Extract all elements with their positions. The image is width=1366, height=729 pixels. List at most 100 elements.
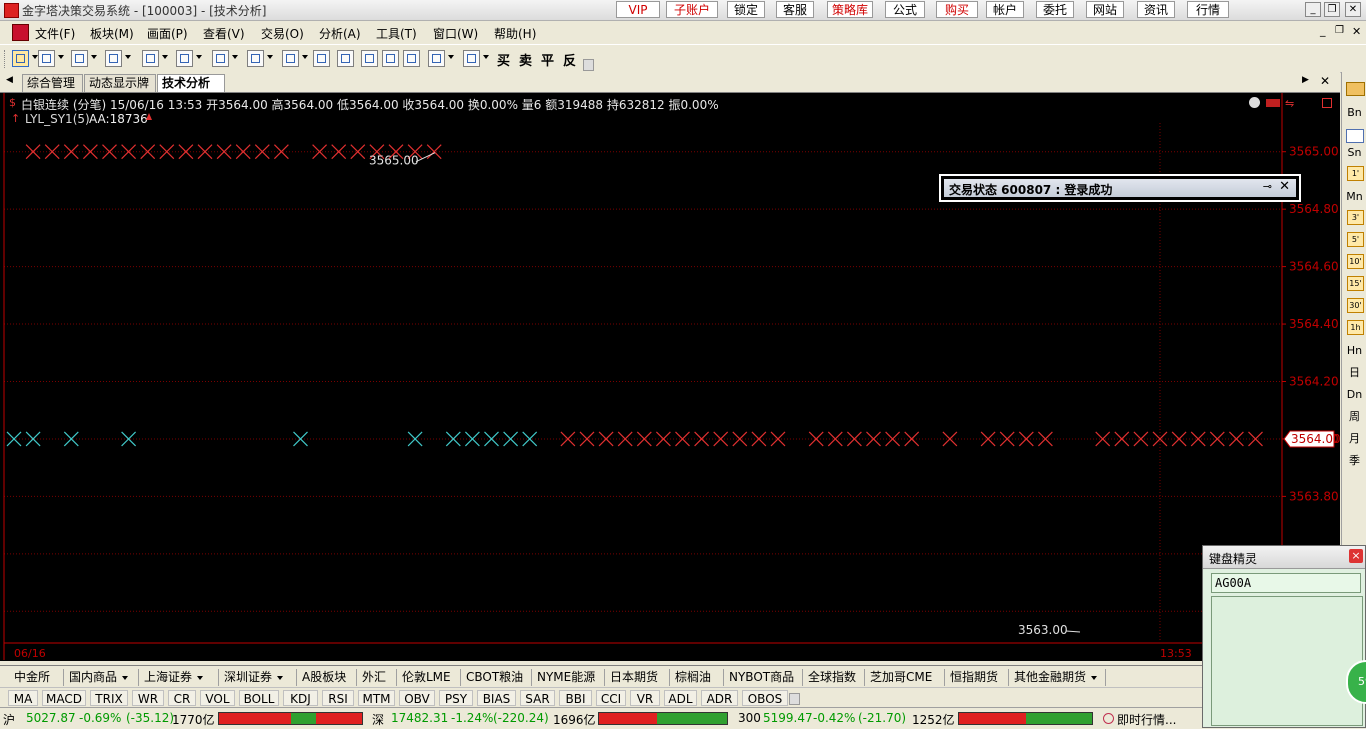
keyboard-wizard-close-button[interactable]: × [1349,549,1363,563]
style-tool-icon[interactable] [463,50,480,67]
symbol-search-input[interactable] [1211,573,1361,593]
menu-item-6[interactable]: 工具(T) [376,25,417,42]
indicator-tab-11[interactable]: PSY [439,690,473,706]
indicator-tab-6[interactable]: BOLL [239,690,279,706]
trade-ticket-icon[interactable] [1266,99,1280,107]
indicator-tab-19[interactable]: OBOS [742,690,788,706]
market-tab-13[interactable]: 芝加哥CME [866,669,945,686]
market-tab-10[interactable]: 棕榈油 [671,669,724,686]
top-button-2[interactable]: 锁定 [727,1,765,18]
period-2[interactable]: 1' [1347,166,1364,181]
market-tab-3[interactable]: 深圳证券 [220,669,297,686]
text-tool-icon[interactable] [313,50,330,67]
indicator-tab-17[interactable]: ADL [664,690,697,706]
tab-scroll-left-button[interactable]: ◀ [6,75,13,85]
erase-tool-icon[interactable] [361,50,378,67]
period-5[interactable]: 5' [1347,232,1364,247]
top-button-0[interactable]: VIP [616,1,660,18]
sync-icon[interactable]: ⇋ [1285,97,1294,110]
tab-1[interactable]: 动态显示牌 [84,74,156,92]
period-13[interactable]: 周 [1344,408,1365,426]
market-tab-9[interactable]: 日本期货 [606,669,670,686]
period-7[interactable]: 15' [1347,276,1364,291]
mdi-minimize-button[interactable]: _ [1320,24,1326,37]
top-button-8[interactable]: 委托 [1036,1,1074,18]
rect-tool-icon[interactable] [247,50,264,67]
period-15[interactable]: 季 [1344,452,1365,470]
top-button-11[interactable]: 行情 [1187,1,1229,18]
period-14[interactable]: 月 [1344,430,1365,448]
menu-item-3[interactable]: 查看(V) [203,25,245,42]
trade-button-3[interactable]: 反 [563,50,576,69]
tab-close-button[interactable]: ✕ [1320,74,1330,88]
indicator-tab-5[interactable]: VOL [200,690,235,706]
market-tab-2[interactable]: 上海证券 [140,669,219,686]
indicator-tab-4[interactable]: CR [168,690,196,706]
period-4[interactable]: 3' [1347,210,1364,225]
minimize-button[interactable]: _ [1305,2,1321,17]
menu-item-7[interactable]: 窗口(W) [433,25,478,42]
indicator-more-button[interactable] [789,693,800,705]
top-button-7[interactable]: 帐户 [986,1,1024,18]
toolbar-grip[interactable] [4,50,8,68]
tool-dropdown-1[interactable] [58,55,64,59]
market-tab-5[interactable]: 外汇 [358,669,397,686]
top-button-4[interactable]: 策略库 [827,1,873,18]
period-3[interactable]: Mn [1344,188,1365,206]
tool-dropdown-14[interactable] [448,55,454,59]
tab-0[interactable]: 综合管理 [22,74,83,92]
close-button[interactable]: ✕ [1345,2,1361,17]
indicator-tab-14[interactable]: BBI [559,690,592,706]
period-12[interactable]: Dn [1344,386,1365,404]
indicator-tab-9[interactable]: MTM [358,690,395,706]
indicator-tab-15[interactable]: CCI [596,690,626,706]
tab-scroll-right-button[interactable]: ▶ [1302,75,1309,85]
tool-dropdown-7[interactable] [267,55,273,59]
market-tab-1[interactable]: 国内商品 [65,669,139,686]
indicator-name[interactable]: LYL_SY1(5) [25,112,90,126]
top-button-5[interactable]: 公式 [885,1,925,18]
menu-item-4[interactable]: 交易(O) [261,25,304,42]
trade-button-2[interactable]: 平 [541,50,554,69]
indicator-tab-10[interactable]: OBV [399,690,435,706]
indicator-tab-8[interactable]: RSI [322,690,354,706]
circle-tool-icon[interactable] [282,50,299,67]
indicator-tab-18[interactable]: ADR [701,690,738,706]
symbol-result-list[interactable] [1211,596,1363,726]
bar-tool-icon[interactable] [105,50,122,67]
line-tool-icon[interactable] [38,50,55,67]
indicator-tab-7[interactable]: KDJ [283,690,318,706]
copy-tool-icon[interactable] [337,50,354,67]
menu-item-8[interactable]: 帮助(H) [494,25,536,42]
top-button-6[interactable]: 购买 [936,1,978,18]
menu-item-5[interactable]: 分析(A) [319,25,361,42]
tool-dropdown-3[interactable] [125,55,131,59]
tool-dropdown-8[interactable] [302,55,308,59]
tool-dropdown-15[interactable] [483,55,489,59]
market-tab-7[interactable]: CBOT粮油 [462,669,532,686]
trade-status-close-button[interactable]: ✕ [1279,179,1290,194]
period-0[interactable]: Bn [1344,104,1365,122]
period-10[interactable]: Hn [1344,342,1365,360]
period-11[interactable]: 日 [1344,364,1365,382]
indicator-tab-3[interactable]: WR [132,690,164,706]
market-tab-4[interactable]: A股板块 [298,669,357,686]
realtime-quote-link[interactable]: 即时行情... [1117,711,1176,728]
draw-select-icon[interactable] [12,50,29,67]
indicator-tab-1[interactable]: MACD [42,690,86,706]
period-8[interactable]: 30' [1347,298,1364,313]
market-tab-12[interactable]: 全球指数 [804,669,865,686]
period-chart-icon[interactable] [1346,129,1364,143]
toolbar-overflow-button[interactable] [583,59,594,71]
tool-dropdown-4[interactable] [162,55,168,59]
grid-tool-icon[interactable] [212,50,229,67]
top-button-10[interactable]: 资讯 [1137,1,1175,18]
settings-gear-icon[interactable] [1249,97,1260,108]
menu-item-1[interactable]: 板块(M) [90,25,134,42]
chart-maximize-icon[interactable] [1322,98,1332,108]
market-tab-0[interactable]: 中金所 [10,669,64,686]
channel-tool-icon[interactable] [176,50,193,67]
trade-button-1[interactable]: 卖 [519,50,532,69]
sidebar-top-icon[interactable] [1346,82,1365,96]
indicator-tab-13[interactable]: SAR [520,690,555,706]
